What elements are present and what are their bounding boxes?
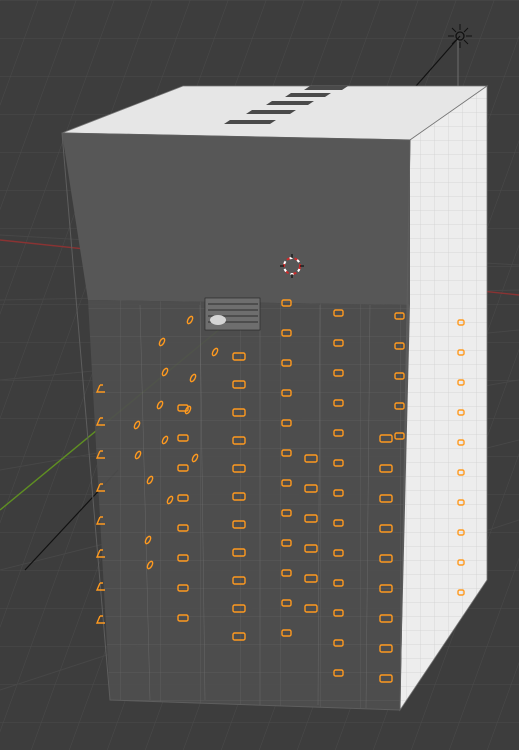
- box-front-face-upper[interactable]: [62, 133, 410, 305]
- dense-mesh-object[interactable]: [204, 297, 261, 331]
- viewport-canvas[interactable]: [0, 0, 519, 750]
- 3d-viewport[interactable]: [0, 0, 519, 750]
- mesh-box[interactable]: [61, 85, 489, 712]
